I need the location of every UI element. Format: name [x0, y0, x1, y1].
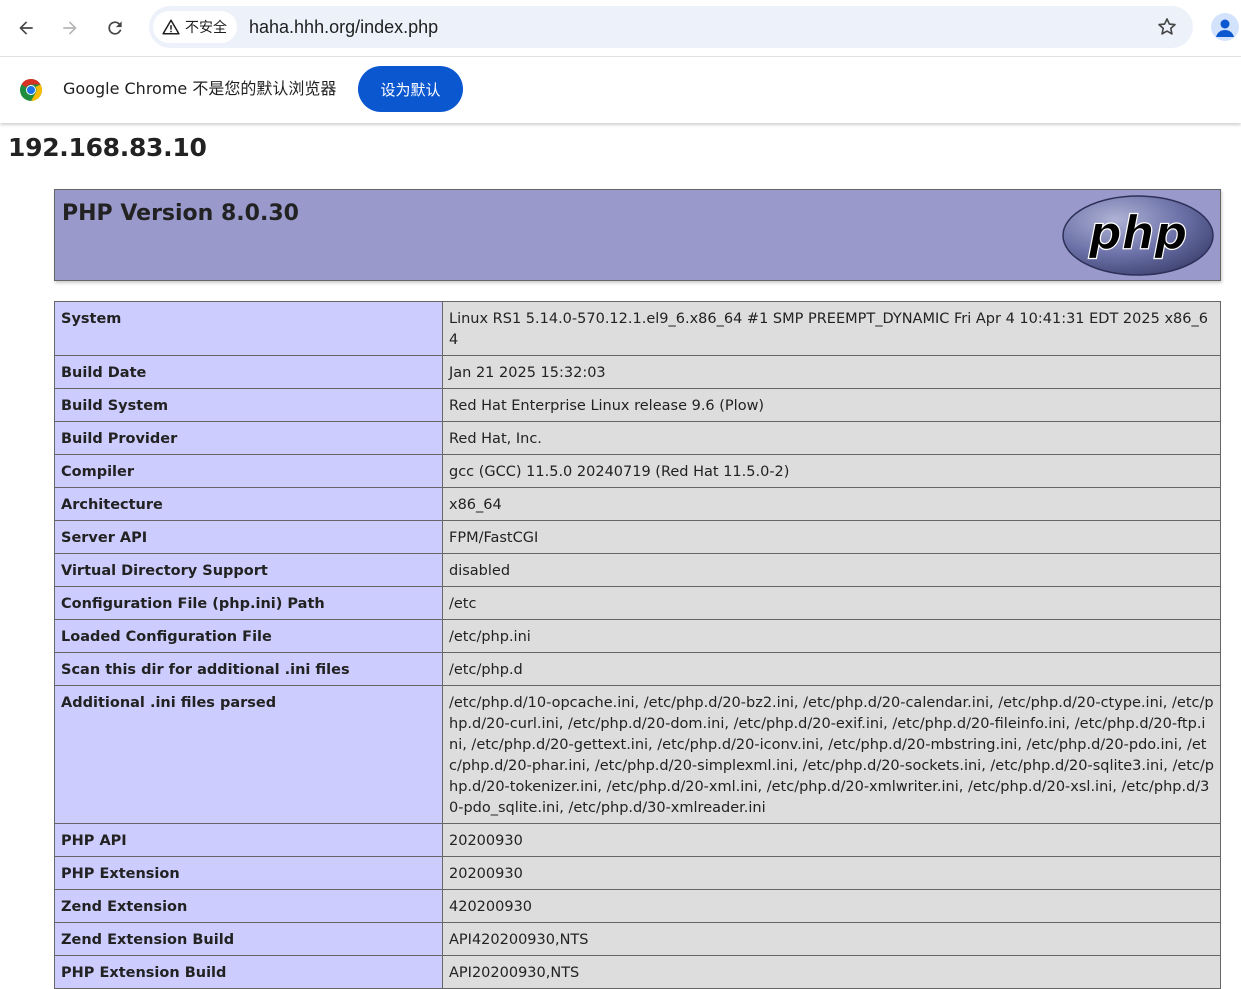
row-key: Compiler: [54, 454, 443, 488]
row-value: gcc (GCC) 11.5.0 20240719 (Red Hat 11.5.…: [442, 454, 1221, 488]
row-key: Zend Extension Build: [54, 922, 443, 956]
profile-button[interactable]: [1211, 13, 1239, 41]
table-row: Scan this dir for additional .ini files /…: [54, 652, 1221, 686]
security-chip[interactable]: 不安全: [153, 11, 237, 43]
row-value: 420200930: [442, 889, 1221, 923]
row-value: Red Hat, Inc.: [442, 421, 1221, 455]
row-key: Build System: [54, 388, 443, 422]
row-key: Virtual Directory Support: [54, 553, 443, 587]
table-row: Additional .ini files parsed/etc/php.d/1…: [54, 685, 1221, 824]
php-logo-text: php: [1088, 206, 1188, 260]
row-value: API420200930,NTS: [442, 922, 1221, 956]
row-key: Additional .ini files parsed: [54, 685, 443, 824]
back-button[interactable]: [8, 10, 44, 46]
table-row: Architecture x86_64: [54, 487, 1221, 521]
table-row: Loaded Configuration File/etc/php.ini: [54, 619, 1221, 653]
row-key: Zend Extension: [54, 889, 443, 923]
reload-button[interactable]: [97, 10, 133, 46]
table-row: Compiler gcc (GCC) 11.5.0 20240719 (Red H…: [54, 454, 1221, 488]
php-logo-icon: php: [1062, 195, 1214, 276]
row-value: Linux RS1 5.14.0-570.12.1.el9_6.x86_64 #…: [442, 301, 1221, 356]
row-key: Configuration File (php.ini) Path: [54, 586, 443, 620]
chrome-logo-icon: [20, 79, 42, 101]
row-value: 20200930: [442, 823, 1221, 857]
row-value: /etc/php.d/10-opcache.ini, /etc/php.d/20…: [442, 685, 1221, 824]
table-row: Server API FPM/FastCGI: [54, 520, 1221, 554]
row-key: PHP Extension Build: [54, 955, 443, 989]
arrow-right-icon: [63, 21, 77, 35]
row-key: PHP API: [54, 823, 443, 857]
row-value: disabled: [442, 553, 1221, 587]
set-default-button[interactable]: 设为默认: [358, 66, 463, 112]
row-value: /etc/php.ini: [442, 619, 1221, 653]
row-key: Architecture: [54, 487, 443, 521]
table-row: PHP API 20200930: [54, 823, 1221, 857]
host-heading: 192.168.83.10: [8, 133, 207, 162]
row-value: API20200930,NTS: [442, 955, 1221, 989]
php-info-table: System Linux RS1 5.14.0-570.12.1.el9_6.x8…: [54, 301, 1221, 989]
default-browser-infobar: Google Chrome 不是您的默认浏览器 设为默认: [0, 57, 1241, 123]
table-row: PHP Extension Build API20200930,NTS: [54, 955, 1221, 989]
row-key: System: [54, 301, 443, 356]
table-row: Configuration File (php.ini) Path/etc: [54, 586, 1221, 620]
table-row: PHP Extension 20200930: [54, 856, 1221, 890]
row-value: x86_64: [442, 487, 1221, 521]
warning-triangle-icon: [162, 19, 180, 35]
row-value: 20200930: [442, 856, 1221, 890]
php-version-title: PHP Version 8.0.30: [62, 201, 299, 226]
row-key: Server API: [54, 520, 443, 554]
table-row: Virtual Directory Support disabled: [54, 553, 1221, 587]
security-label: 不安全: [185, 20, 227, 36]
row-value: Jan 21 2025 15:32:03: [442, 355, 1221, 389]
php-version-header: PHP Version 8.0.30 php: [54, 189, 1221, 281]
row-key: PHP Extension: [54, 856, 443, 890]
person-icon: [1216, 19, 1234, 37]
row-key: Build Provider: [54, 421, 443, 455]
row-key: Scan this dir for additional .ini files: [54, 652, 443, 686]
url-text[interactable]: haha.hhh.org/index.php: [249, 6, 438, 48]
table-row: System Linux RS1 5.14.0-570.12.1.el9_6.x8…: [54, 301, 1221, 356]
row-key: Build Date: [54, 355, 443, 389]
table-row: Build Provider Red Hat, Inc.: [54, 421, 1221, 455]
star-icon: [1158, 18, 1176, 35]
forward-button[interactable]: [52, 10, 88, 46]
row-value: /etc: [442, 586, 1221, 620]
row-value: /etc/php.d: [442, 652, 1221, 686]
table-row: Zend Extension Build API420200930,NTS: [54, 922, 1221, 956]
address-bar[interactable]: 不安全 haha.hhh.org/index.php: [149, 6, 1193, 48]
browser-toolbar: 不安全 haha.hhh.org/index.php: [0, 0, 1241, 57]
arrow-left-icon: [19, 21, 33, 35]
row-key: Loaded Configuration File: [54, 619, 443, 653]
row-value: FPM/FastCGI: [442, 520, 1221, 554]
bookmark-button[interactable]: [1155, 15, 1179, 39]
table-row: Build System Red Hat Enterprise Linux rel…: [54, 388, 1221, 422]
table-row: Zend Extension 420200930: [54, 889, 1221, 923]
table-row: Build Date Jan 21 2025 15:32:03: [54, 355, 1221, 389]
reload-icon: [108, 21, 122, 35]
row-value: Red Hat Enterprise Linux release 9.6 (Pl…: [442, 388, 1221, 422]
infobar-message: Google Chrome 不是您的默认浏览器: [63, 79, 337, 98]
